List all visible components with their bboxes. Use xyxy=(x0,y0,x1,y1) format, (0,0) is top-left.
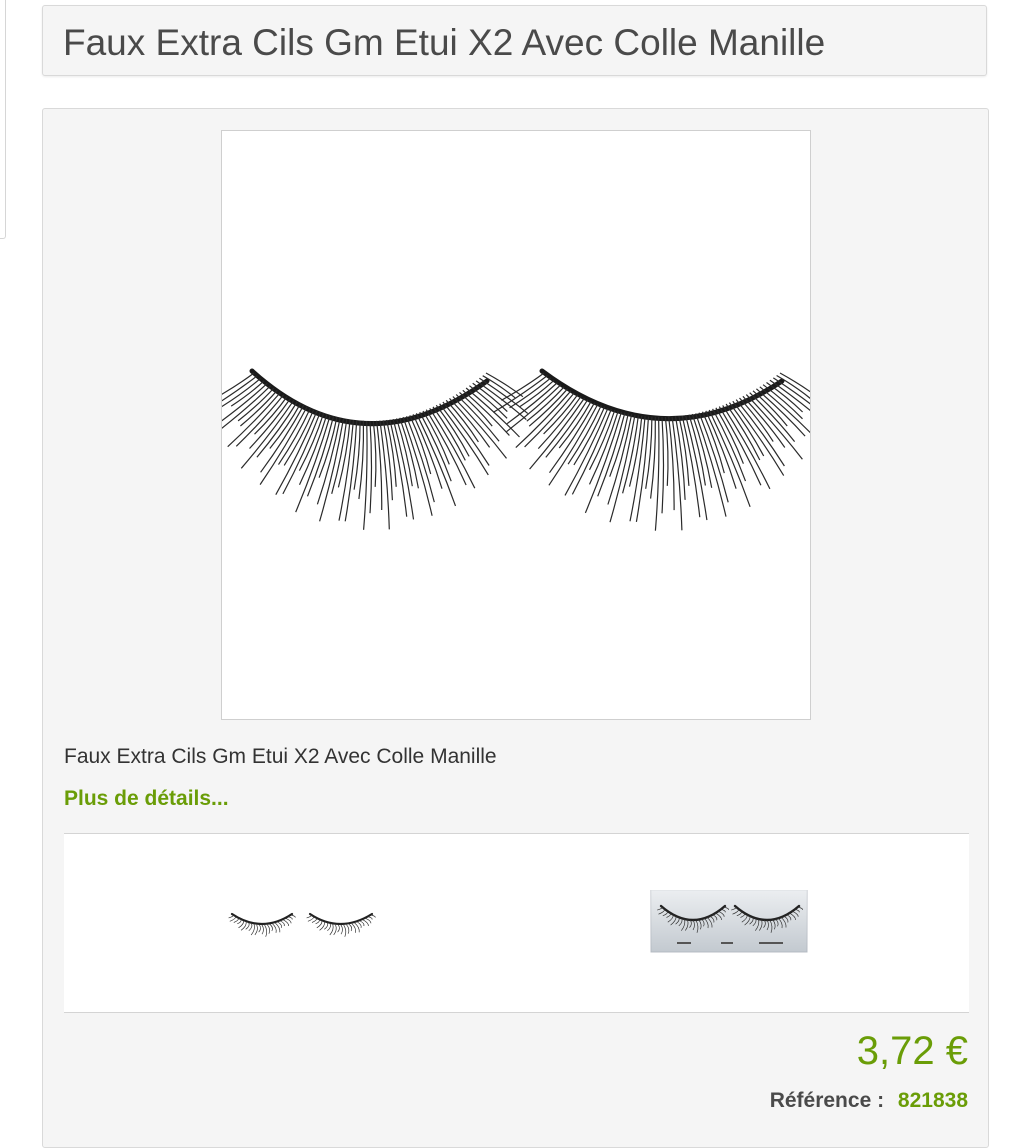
reference-value: 821838 xyxy=(897,1089,968,1112)
sidebar-edge xyxy=(0,0,6,239)
reference-row: Référence : 821838 xyxy=(770,1089,968,1113)
eyelashes-packaging-icon xyxy=(650,889,808,953)
product-panel: Faux Extra Cils Gm Etui X2 Avec Colle Ma… xyxy=(42,108,989,1148)
false-eyelashes-icon xyxy=(222,368,810,531)
reference-label: Référence : xyxy=(769,1089,885,1112)
thumbnail-strip xyxy=(64,833,969,1013)
product-main-image[interactable] xyxy=(221,130,811,720)
thumbnail-packaging[interactable] xyxy=(649,889,809,954)
product-name: Faux Extra Cils Gm Etui X2 Avec Colle Ma… xyxy=(64,745,497,768)
page-title: Faux Extra Cils Gm Etui X2 Avec Colle Ma… xyxy=(63,22,826,63)
false-eyelashes-icon xyxy=(228,912,376,937)
thumbnail-eyelashes[interactable] xyxy=(224,896,384,946)
page-title-box: Faux Extra Cils Gm Etui X2 Avec Colle Ma… xyxy=(42,5,987,76)
more-details-link[interactable]: Plus de détails... xyxy=(64,787,229,811)
product-price: 3,72 € xyxy=(856,1029,968,1073)
